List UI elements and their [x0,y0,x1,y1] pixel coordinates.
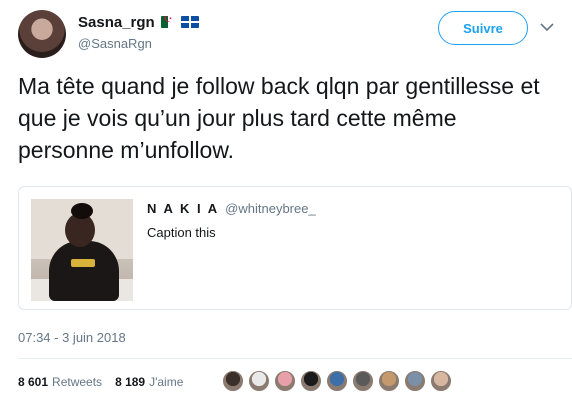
author-avatar[interactable] [18,10,66,58]
tweet-header: Sasna_rgn @SasnaRgn Suivre [18,8,558,58]
liker-avatar[interactable] [274,370,296,392]
tweet-text: Ma tête quand je follow back qlqn par ge… [18,73,540,163]
liker-avatar[interactable] [300,370,322,392]
quoted-tweet-image[interactable] [31,199,133,301]
likes-count[interactable]: 8 189 [115,375,145,389]
retweets-label[interactable]: Retweets [52,375,102,389]
quoted-tweet-text: Caption this [147,225,216,240]
quoted-author-name: N A K I A [147,201,220,216]
author-display-name[interactable]: Sasna_rgn [78,14,155,31]
likers-avatars [222,370,452,392]
follow-button[interactable]: Suivre [438,11,528,45]
photo-person-body [49,241,119,301]
liker-avatar[interactable] [248,370,270,392]
quoted-tweet-author: N A K I A @whitneybree_ [147,201,316,216]
algeria-flag-icon [160,16,175,28]
quoted-tweet[interactable]: N A K I A @whitneybree_ Caption this [18,186,572,310]
photo-person-hair [71,203,93,219]
liker-avatar[interactable] [352,370,374,392]
author-info[interactable]: Sasna_rgn @SasnaRgn [78,12,199,51]
liker-avatar[interactable] [222,370,244,392]
photo-shirt-logo [71,259,95,267]
brittany-flag-icon [180,16,199,28]
author-handle[interactable]: @SasnaRgn [78,36,199,51]
tweet-timestamp[interactable]: 07:34 - 3 juin 2018 [18,330,126,345]
quoted-author-handle: @whitneybree_ [225,201,316,216]
liker-avatar[interactable] [404,370,426,392]
liker-avatar[interactable] [378,370,400,392]
author-name-row: Sasna_rgn [78,12,199,32]
tweet-stats: 8 601 Retweets 8 189 J'aime [18,375,192,389]
likes-label[interactable]: J'aime [149,375,183,389]
chevron-down-icon[interactable] [538,18,556,36]
retweets-count[interactable]: 8 601 [18,375,48,389]
liker-avatar[interactable] [326,370,348,392]
liker-avatar[interactable] [430,370,452,392]
divider [18,358,572,359]
